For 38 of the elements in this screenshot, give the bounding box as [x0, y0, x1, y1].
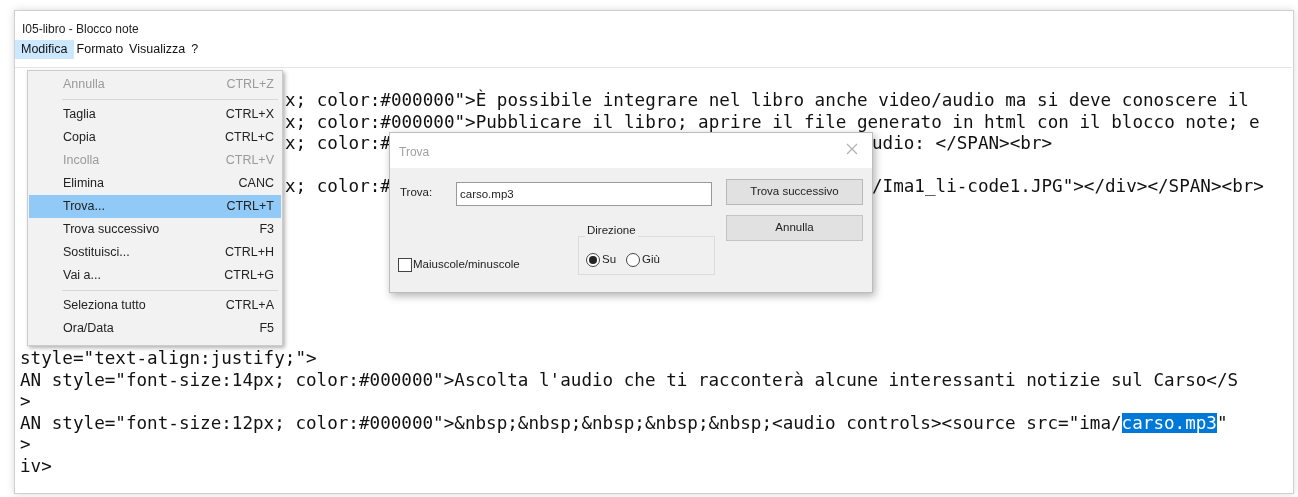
code-line: udio: </SPAN><br>: [872, 134, 1053, 153]
radio-label: Giù: [642, 252, 660, 267]
menu-item[interactable]: Taglia CTRL+X: [29, 103, 281, 126]
code-line: x; color:#: [285, 177, 391, 196]
checkbox-label: Maiuscole/minuscole: [413, 257, 520, 272]
radio-label: Su: [602, 252, 617, 267]
dialog-button[interactable]: Trova successivo: [726, 179, 863, 205]
menu-item[interactable]: Copia CTRL+C: [29, 126, 281, 149]
code-line: ": [1216, 412, 1228, 433]
code-line: x; color:#: [285, 134, 391, 153]
menu-item[interactable]: Visualizza: [126, 40, 189, 59]
find-input[interactable]: carso.mp3: [456, 182, 712, 206]
dialog-title: Trova: [399, 144, 430, 161]
menu-item[interactable]: Elimina CANC: [29, 172, 281, 195]
menu-item[interactable]: Trova successivo F3: [29, 218, 281, 241]
window-title: I05-libro - Blocco note: [22, 21, 139, 38]
code-line: /Ima1_li-code1.JPG"></div></SPAN><br>: [872, 177, 1264, 196]
menu-item[interactable]: Modifica: [15, 40, 74, 59]
code-line: style="text-align:justify;">: [20, 348, 317, 368]
menu-item[interactable]: Vai a... CTRL+G: [29, 264, 281, 287]
code-line: iv>: [20, 455, 52, 476]
code-line: AN style="font-size:14px; color:#000000">Ascolta l'audio che ti racconterà alcune interessanti notizie sul Carso</S: [20, 369, 1239, 390]
menu-item[interactable]: Formato: [73, 40, 127, 59]
menu-item[interactable]: Ora/Data F5: [29, 317, 281, 340]
code-line: x; color:#000000">È possibile integrare nel libro anche video/audio ma si deve conoscere il: [285, 91, 1249, 110]
code-line: x; color:#000000">Pubblicare il libro; aprire il file generato in html con il blocco note; e: [285, 112, 1260, 132]
code-line: >: [20, 391, 31, 411]
code-line: AN style="font-size:12px; color:#000000">&nbsp;&nbsp;&nbsp;&nbsp;&nbsp;<audio controls><source src="ima/: [20, 412, 1122, 433]
dialog-button[interactable]: Annulla: [726, 215, 863, 241]
code-line: >: [20, 434, 31, 454]
radio-button[interactable]: [626, 252, 641, 267]
find-label: Trova:: [400, 185, 433, 200]
menu-item[interactable]: Sostituisci... CTRL+H: [29, 241, 281, 264]
menu-item[interactable]: Seleziona tutto CTRL+A: [29, 294, 281, 317]
radio-button[interactable]: [586, 252, 600, 267]
menu-item[interactable]: ?: [188, 40, 202, 59]
menu-item[interactable]: Trova... CTRL+T: [29, 195, 281, 218]
checkbox[interactable]: [398, 257, 412, 272]
